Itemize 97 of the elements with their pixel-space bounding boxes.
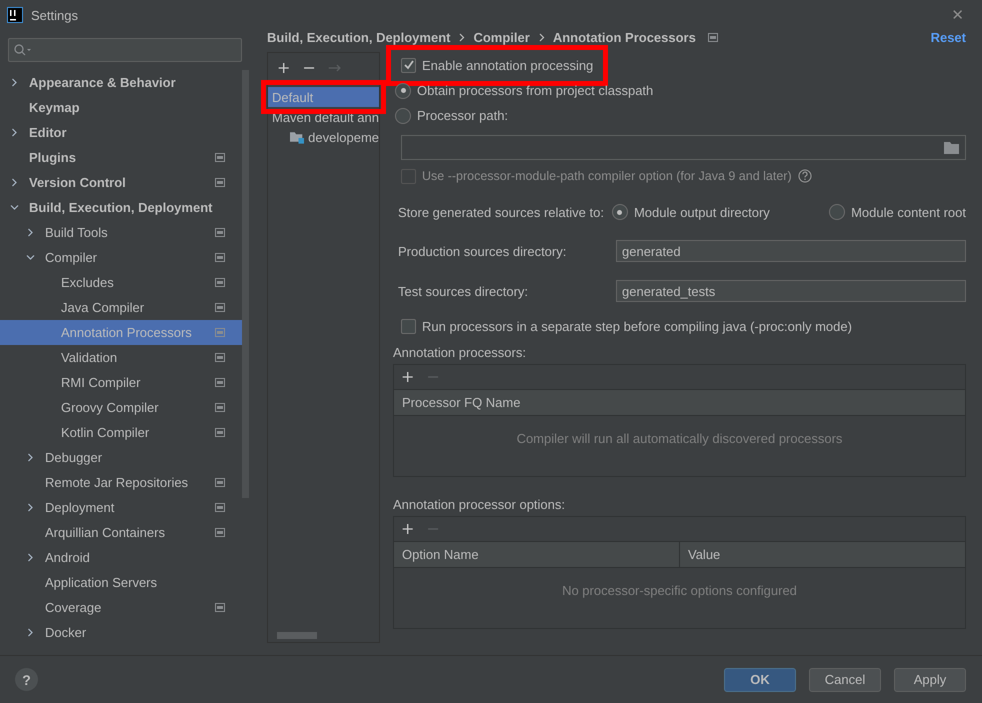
project-level-icon [215, 378, 225, 387]
chevron-right-icon [10, 128, 19, 137]
chevron-right-icon [538, 33, 545, 42]
project-level-icon [215, 228, 225, 237]
breadcrumb-item: Build, Execution, Deployment [267, 30, 450, 45]
column-header[interactable]: Option Name [394, 542, 679, 567]
checkbox[interactable] [401, 58, 416, 72]
project-level-icon [215, 403, 225, 412]
chevron-right-icon [458, 33, 466, 42]
app-logo-icon [7, 7, 23, 23]
radio-label[interactable]: Module output directory [634, 204, 770, 220]
search-field[interactable] [8, 38, 242, 62]
toolbar-button[interactable]: + [273, 60, 294, 76]
breadcrumb-item: Compiler [473, 30, 530, 45]
radio-button[interactable] [395, 108, 411, 124]
settings-tree-item[interactable]: Appearance & Behavior [0, 70, 242, 95]
help-button[interactable]: ? [15, 668, 38, 691]
settings-tree-item[interactable]: Java Compiler [0, 295, 242, 320]
scrollbar[interactable] [277, 632, 317, 639]
project-level-icon [215, 303, 225, 312]
checkbox[interactable] [401, 319, 416, 334]
settings-tree-item[interactable]: Deployment [0, 495, 242, 520]
settings-tree-item[interactable]: Compiler [0, 245, 242, 270]
close-button[interactable]: ✕ [947, 4, 968, 26]
settings-tree-item[interactable]: Debugger [0, 445, 242, 470]
settings-tree-item[interactable]: Application Servers [0, 570, 242, 595]
field-label: Store generated sources relative to: [398, 204, 604, 220]
project-level-icon [215, 478, 225, 487]
radio-label[interactable]: Obtain processors from project classpath [417, 83, 654, 98]
input-field[interactable]: generated [616, 240, 966, 262]
settings-tree-item[interactable]: Kotlin Compiler [0, 420, 242, 445]
settings-tree-item[interactable]: Keymap [0, 95, 242, 120]
settings-tree-item[interactable]: Version Control [0, 170, 242, 195]
profile-item[interactable]: Maven default ann [268, 107, 379, 127]
processor-path-field[interactable] [401, 135, 966, 160]
project-level-icon [215, 528, 225, 537]
toolbar-button[interactable]: − [298, 60, 320, 76]
settings-tree-item[interactable]: RMI Compiler [0, 370, 242, 395]
toolbar-button[interactable]: + [397, 369, 418, 385]
section-label: Annotation processor options: [393, 496, 566, 514]
dialog-button[interactable]: Apply [894, 668, 966, 692]
project-level-icon [215, 253, 225, 262]
chevron-right-icon [26, 503, 35, 512]
chevron-right-icon [26, 453, 35, 462]
settings-tree-item[interactable]: Editor [0, 120, 242, 145]
chevron-right-icon [10, 178, 19, 187]
field-label: Test sources directory: [398, 284, 530, 298]
search-icon [14, 44, 32, 56]
column-header[interactable]: Processor FQ Name [394, 390, 965, 415]
radio-label[interactable]: Processor path: [417, 108, 508, 123]
project-level-icon [708, 33, 718, 42]
profile-item[interactable]: developeme [268, 127, 379, 147]
project-level-icon [215, 603, 225, 612]
input-field[interactable]: generated_tests [616, 280, 966, 302]
field-label: Production sources directory: [398, 244, 568, 258]
project-level-icon [215, 153, 225, 162]
settings-tree-item[interactable]: Android [0, 545, 242, 570]
empty-table-text: No processor-specific options configured [562, 583, 797, 600]
column-header[interactable]: Value [679, 542, 965, 567]
project-level-icon [215, 328, 225, 337]
project-level-icon [215, 278, 225, 287]
project-level-icon [215, 503, 225, 512]
settings-tree-item[interactable]: Build Tools [0, 220, 242, 245]
folder-icon [290, 130, 304, 144]
breadcrumb-item: Annotation Processors [552, 30, 696, 45]
chevron-right-icon [26, 628, 35, 637]
checkbox-label[interactable]: Run processors in a separate step before compiling java (-proc:only mode) [422, 319, 852, 334]
settings-tree-item[interactable]: Docker [0, 620, 242, 645]
settings-tree-item[interactable]: Plugins [0, 145, 242, 170]
radio-button[interactable] [612, 204, 628, 220]
settings-tree-item[interactable]: Validation [0, 345, 242, 370]
dialog-button[interactable]: Cancel [809, 668, 881, 692]
settings-tree-item[interactable]: Remote Jar Repositories [0, 470, 242, 495]
settings-tree-item[interactable]: Excludes [0, 270, 242, 295]
checkbox-label[interactable]: Enable annotation processing [422, 58, 594, 72]
radio-label[interactable]: Module content root [851, 204, 966, 220]
reset-link[interactable]: Reset [930, 30, 966, 45]
scrollbar[interactable] [242, 70, 249, 498]
chevron-right-icon [26, 553, 35, 562]
empty-table-text: Compiler will run all automatically discovered processors [516, 431, 842, 448]
chevron-down-icon [10, 203, 19, 212]
settings-tree-item[interactable]: Arquillian Containers [0, 520, 242, 545]
project-level-icon [215, 178, 225, 187]
project-level-icon [215, 428, 225, 437]
settings-tree-item[interactable]: Build, Execution, Deployment [0, 195, 242, 220]
chevron-right-icon [26, 228, 35, 237]
section-label: Annotation processors: [393, 344, 527, 362]
chevron-down-icon [26, 253, 35, 262]
chevron-right-icon [10, 78, 19, 87]
radio-button[interactable] [829, 204, 846, 220]
dialog-button[interactable]: OK [724, 668, 796, 692]
project-level-icon [215, 353, 225, 362]
folder-icon[interactable] [944, 142, 960, 154]
settings-tree-item[interactable]: Groovy Compiler [0, 395, 242, 420]
settings-tree-item[interactable]: Coverage [0, 595, 242, 620]
window-title: Settings [31, 8, 78, 22]
toolbar-button[interactable]: + [397, 521, 418, 537]
